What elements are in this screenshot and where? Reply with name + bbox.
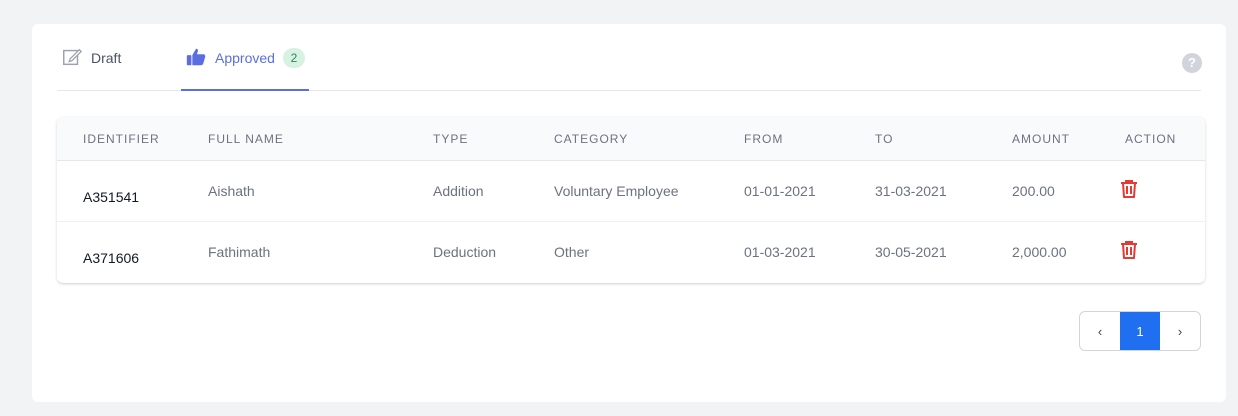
trash-icon[interactable]	[1117, 238, 1141, 262]
pagination: ‹ 1 ›	[1079, 311, 1201, 351]
tab-bar: Draft Approved 2	[57, 24, 1201, 91]
edit-icon	[63, 48, 83, 66]
cell-identifier: A371606	[83, 250, 140, 266]
column-header-action: ACTION	[1125, 132, 1177, 146]
cell-to: 30-05-2021	[875, 244, 947, 260]
cell-amount: 200.00	[1012, 183, 1055, 199]
pagination-next-button[interactable]: ›	[1160, 312, 1200, 350]
cell-to: 31-03-2021	[875, 183, 947, 199]
cell-from: 01-01-2021	[744, 183, 816, 199]
tab-draft-label: Draft	[91, 50, 122, 66]
table-header: IDENTIFIER FULL NAME TYPE CATEGORY FROM …	[57, 117, 1205, 161]
cell-category: Voluntary Employee	[554, 183, 679, 199]
help-icon[interactable]: ?	[1182, 53, 1202, 73]
column-header-category: CATEGORY	[554, 132, 629, 146]
cell-full-name: Aishath	[208, 183, 255, 199]
column-header-amount: AMOUNT	[1012, 132, 1070, 146]
pagination-prev-button[interactable]: ‹	[1080, 312, 1120, 350]
thumbs-up-icon	[186, 48, 206, 66]
column-header-identifier: IDENTIFIER	[83, 132, 160, 146]
cell-from: 01-03-2021	[744, 244, 816, 260]
tab-draft[interactable]: Draft	[61, 48, 121, 90]
data-table: IDENTIFIER FULL NAME TYPE CATEGORY FROM …	[57, 117, 1205, 283]
table-row: A371606 Fathimath Deduction Other 01-03-…	[57, 222, 1205, 283]
tab-approved[interactable]: Approved 2	[181, 48, 309, 91]
cell-identifier: A351541	[83, 189, 140, 205]
table-row: A351541 Aishath Addition Voluntary Emplo…	[57, 161, 1205, 222]
column-header-from: FROM	[744, 132, 784, 146]
cell-type: Addition	[433, 183, 484, 199]
cell-amount: 2,000.00	[1012, 244, 1067, 260]
approved-count-badge: 2	[282, 48, 305, 68]
pagination-page-button[interactable]: 1	[1120, 312, 1160, 350]
cell-category: Other	[554, 244, 590, 260]
content-card: Draft Approved 2 ? IDENTIFIER FULL NAME …	[32, 24, 1226, 402]
column-header-full-name: FULL NAME	[208, 132, 284, 146]
cell-full-name: Fathimath	[208, 244, 271, 260]
trash-icon[interactable]	[1117, 177, 1141, 201]
tab-approved-label: Approved	[215, 50, 275, 66]
column-header-to: TO	[875, 132, 894, 146]
column-header-type: TYPE	[433, 132, 469, 146]
cell-type: Deduction	[433, 244, 497, 260]
